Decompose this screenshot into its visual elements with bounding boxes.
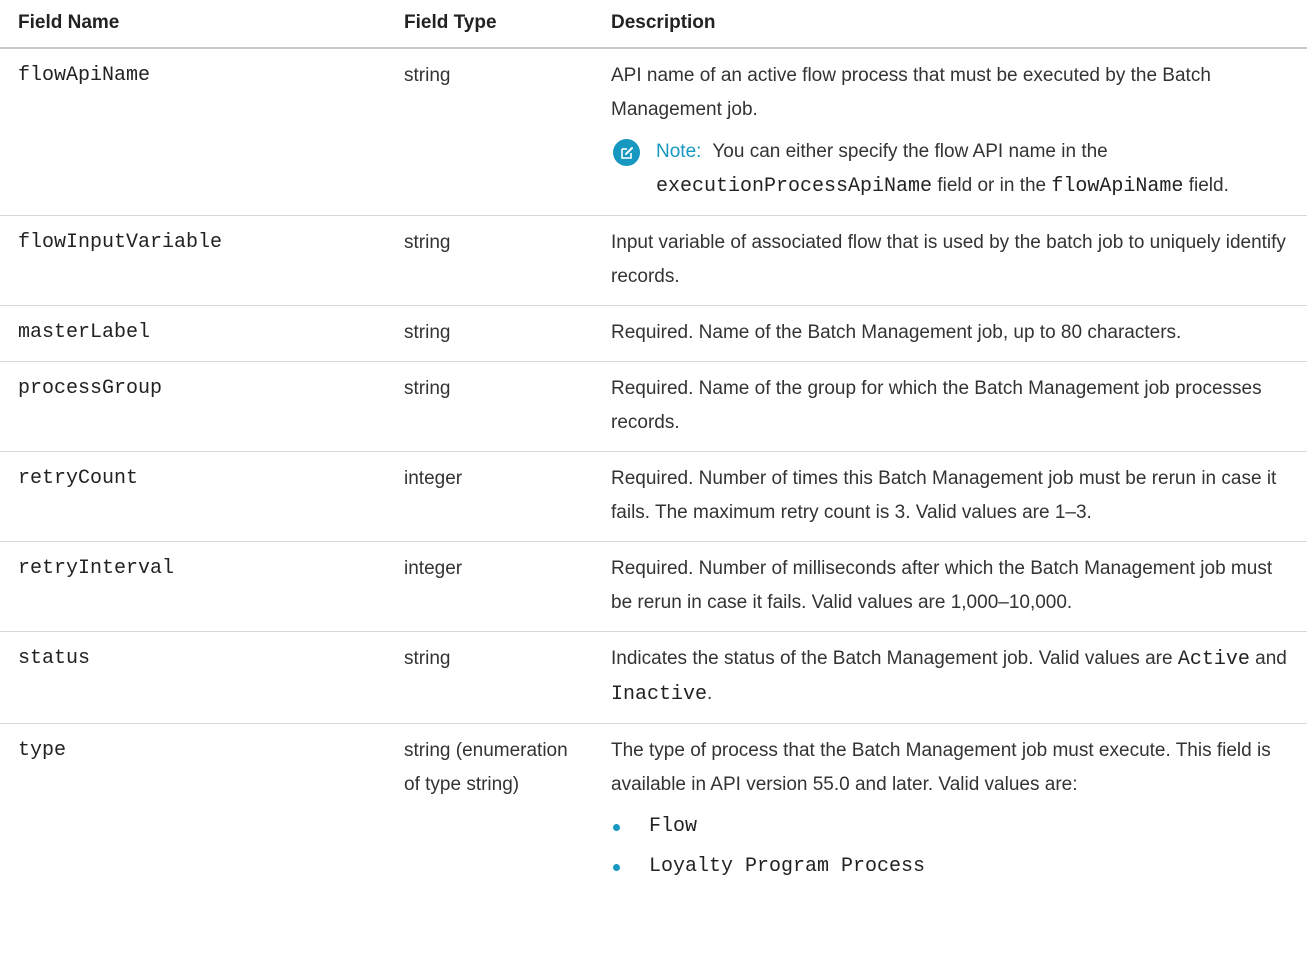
edit-note-icon-glyph <box>620 146 633 159</box>
table-row: retryInterval integer Required. Number o… <box>0 541 1307 632</box>
field-name-cell: status <box>0 631 386 724</box>
description-cell: Required. Number of times this Batch Man… <box>593 451 1307 542</box>
description-cell: Required. Number of milliseconds after w… <box>593 541 1307 632</box>
table-row: processGroup string Required. Name of th… <box>0 361 1307 452</box>
table-row: masterLabel string Required. Name of the… <box>0 305 1307 362</box>
status-desc-prefix: Indicates the status of the Batch Manage… <box>611 648 1173 669</box>
description-cell: Required. Name of the Batch Management j… <box>593 305 1307 362</box>
table-row: flowInputVariable string Input variable … <box>0 215 1307 306</box>
note-code-execution-process: executionProcessApiName <box>656 175 933 198</box>
field-name-cell: retryCount <box>0 451 386 542</box>
header-field-type: Field Type <box>386 0 593 49</box>
code-active: Active <box>1177 648 1250 671</box>
description-cell: Input variable of associated flow that i… <box>593 215 1307 306</box>
description-text: Required. Number of times this Batch Man… <box>611 468 1277 523</box>
header-description: Description <box>593 0 1307 49</box>
note-body: Note: You can either specify the flow AP… <box>656 135 1297 204</box>
field-type-cell: string <box>386 48 593 216</box>
table-body: flowApiName string API name of an active… <box>0 48 1307 901</box>
status-desc-period: . <box>707 683 713 704</box>
field-name-cell: retryInterval <box>0 541 386 632</box>
field-type-cell: string (enumeration of type string) <box>404 740 568 795</box>
header-field-name: Field Name <box>0 0 386 49</box>
note-text: You can either specify the flow API name… <box>712 141 1108 162</box>
list-item-loyalty-program-process: Loyalty Program Process <box>611 850 1297 884</box>
field-type-cell: string <box>386 361 593 452</box>
field-name-cell: processGroup <box>0 361 386 452</box>
description-text: The type of process that the Batch Manag… <box>611 740 1271 795</box>
table-header: Field Name Field Type Description <box>0 0 1307 49</box>
status-desc-and: and <box>1255 648 1287 669</box>
edit-note-icon <box>613 139 640 166</box>
note-code-flow-api-name: flowApiName <box>1051 175 1184 198</box>
field-type-cell: string <box>386 631 593 724</box>
field-type-cell: string <box>386 305 593 362</box>
description-cell: Indicates the status of the Batch Manage… <box>593 631 1307 724</box>
table-row: type string (enumeration of type string)… <box>0 724 1307 902</box>
field-type-cell: string <box>386 215 593 306</box>
field-type-cell: integer <box>386 451 593 542</box>
field-type-cell: integer <box>386 541 593 632</box>
note-label: Note: <box>656 141 702 162</box>
table-row: retryCount integer Required. Number of t… <box>0 451 1307 542</box>
table-row: status string Indicates the status of th… <box>0 631 1307 724</box>
description-text: Indicates the status of the Batch Manage… <box>611 642 1297 712</box>
field-name-cell: type <box>18 739 67 762</box>
note-callout: Note: You can either specify the flow AP… <box>611 135 1297 204</box>
note-text: field. <box>1188 175 1229 196</box>
description-text: Required. Name of the Batch Management j… <box>611 322 1182 343</box>
valid-values-list: Flow Loyalty Program Process <box>611 810 1297 884</box>
description-cell: Required. Name of the group for which th… <box>593 361 1307 452</box>
note-text: field or in the <box>937 175 1047 196</box>
description-text: Input variable of associated flow that i… <box>611 232 1286 287</box>
field-name-cell: masterLabel <box>0 305 386 362</box>
description-cell: API name of an active flow process that … <box>593 48 1307 216</box>
table-row: flowApiName string API name of an active… <box>0 48 1307 216</box>
field-name-cell: flowApiName <box>0 48 386 216</box>
description-text: Required. Number of milliseconds after w… <box>611 558 1273 613</box>
field-name-cell: flowInputVariable <box>0 215 386 306</box>
description-text: Required. Name of the group for which th… <box>611 378 1262 433</box>
code-inactive: Inactive <box>611 683 708 706</box>
fields-table: Field Name Field Type Description flowAp… <box>0 0 1307 901</box>
description-cell: The type of process that the Batch Manag… <box>593 724 1307 902</box>
list-item-flow: Flow <box>611 810 1297 844</box>
description-text: API name of an active flow process that … <box>611 65 1211 120</box>
header-row: Field Name Field Type Description <box>0 0 1307 49</box>
